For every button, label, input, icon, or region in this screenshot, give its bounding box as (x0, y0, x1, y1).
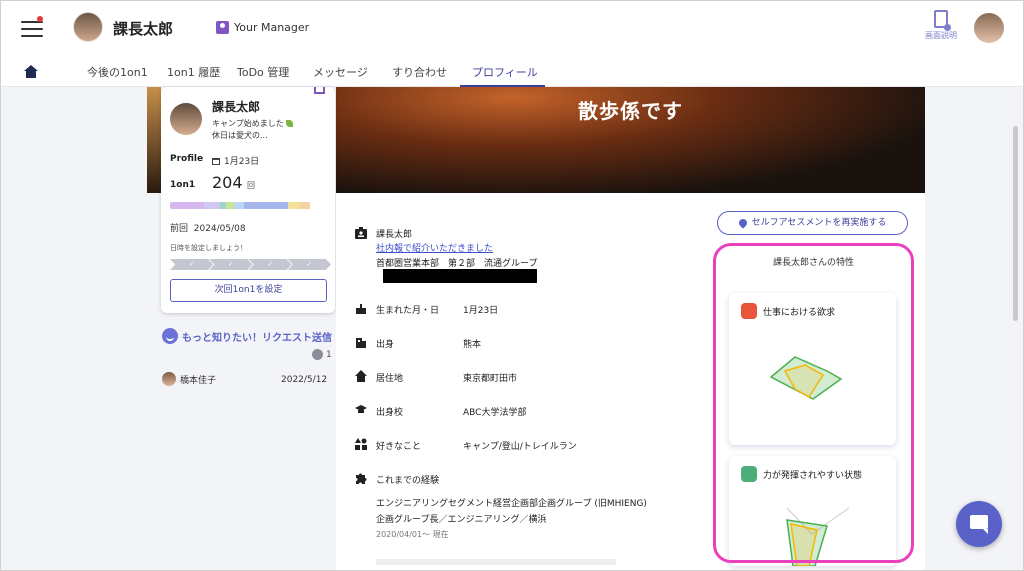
row-label: 生まれた月・日 (376, 306, 440, 316)
bar-segment (170, 202, 204, 209)
home-icon (355, 370, 367, 382)
status-line: 休日は愛犬の... (212, 131, 268, 140)
last-meeting: 前回 2024/05/08 (170, 224, 246, 234)
step-check-icon: ✓ (170, 259, 214, 270)
row-value: 東京都町田市 (463, 374, 518, 384)
row-value: 1月23日 (463, 306, 499, 316)
request-count: 1 (312, 349, 332, 360)
person-icon (216, 21, 229, 34)
account-avatar[interactable] (974, 13, 1004, 43)
requester: 橋本佳子 (162, 372, 216, 386)
tab-todo[interactable]: ToDo 管理 (237, 64, 289, 80)
bar-segment (226, 202, 234, 209)
tab-upcoming[interactable]: 今後の1on1 (87, 64, 148, 80)
chat-icon (970, 515, 988, 534)
id-badge-icon (355, 227, 367, 239)
progress-steps: ✓ ✓ ✓ ✓ (170, 259, 331, 270)
tab-profile[interactable]: プロフィール (472, 64, 538, 80)
intro-link[interactable]: 社内報で紹介いただきました (376, 241, 493, 254)
experience-line: 企画グループ長／エンジニアリング／横浜 (376, 515, 547, 525)
clipped-text (376, 559, 616, 565)
puzzle-icon (356, 473, 367, 484)
cake-icon (356, 304, 366, 314)
bar-segment (244, 202, 288, 209)
category-icon (355, 438, 367, 450)
row-label: 居住地 (376, 374, 404, 384)
bookmark-icon[interactable] (314, 87, 325, 94)
pin-icon (736, 216, 749, 229)
step-check-icon: ✓ (248, 259, 292, 270)
tab-history[interactable]: 1on1 履歴 (167, 64, 220, 80)
help-button[interactable]: 画面説明 (922, 10, 960, 41)
detail-name: 課長太郎 (376, 230, 413, 240)
oneonone-label: 1on1 (170, 180, 196, 190)
redacted-block (383, 269, 537, 283)
experience-label: これまでの経験 (376, 476, 440, 486)
bar-segment (234, 202, 244, 209)
row-value: キャンプ/登山/トレイルラン (463, 442, 577, 452)
request-label: もっと知りたい！リクエスト送信 (182, 332, 332, 344)
experience-line: エンジニアリングセグメント経営企画部企画グループ (旧MHIENG) (376, 499, 647, 509)
hamburger-menu-icon[interactable] (21, 21, 43, 37)
bar-segment (288, 202, 300, 209)
tab-bar: 今後の1on1 1on1 履歴 ToDo 管理 メッセージ すり合わせ プロフィ… (1, 57, 1023, 87)
scrollbar[interactable] (1013, 126, 1018, 321)
top-bar: 課長太郎 Your Manager 画面説明 (1, 1, 1023, 57)
row-label: 好きなこと (376, 442, 422, 452)
help-label: 画面説明 (925, 31, 957, 40)
smile-icon (162, 328, 178, 344)
banner-title: 散歩係です (578, 99, 683, 123)
profile-name: 課長太郎 (212, 100, 261, 114)
avatar (162, 372, 176, 386)
oneonone-count: 204 (212, 173, 243, 192)
birthday: 1月23日 (212, 154, 259, 167)
school-icon (355, 405, 367, 413)
bar-segment (300, 202, 310, 209)
bar-segment (204, 202, 220, 209)
avatar[interactable] (73, 12, 103, 42)
request-button[interactable]: もっと知りたい！リクエスト送信 (162, 328, 332, 344)
highlight-frame (713, 243, 914, 563)
self-assessment-button[interactable]: セルフアセスメントを再実施する (717, 211, 908, 235)
notification-dot (37, 16, 43, 22)
manager-badge: Your Manager (216, 21, 309, 34)
app-window: 課長太郎 Your Manager 画面説明 今後の1on1 1on1 履歴 T… (0, 0, 1024, 571)
request-date: 2022/5/12 (281, 375, 328, 385)
step-check-icon: ✓ (287, 259, 331, 270)
cake-icon (212, 158, 220, 165)
profile-card: 課長太郎 キャンプ始めました 休日は愛犬の... Profile 1月23日 1… (161, 87, 335, 313)
building-icon (356, 338, 366, 348)
plant-icon (285, 120, 293, 127)
manager-label: Your Manager (234, 21, 310, 34)
department: 首都圏営業本部 第２部 流通グループ (376, 259, 538, 269)
status-line: キャンプ始めました (212, 118, 293, 129)
experience-date: 2020/04/01～ 現在 (376, 530, 449, 539)
row-label: 出身校 (376, 408, 404, 418)
profile-banner: 散歩係です (336, 87, 925, 193)
home-icon[interactable] (24, 65, 38, 78)
tab-alignment[interactable]: すり合わせ (392, 64, 447, 80)
tab-messages[interactable]: メッセージ (313, 64, 368, 80)
schedule-next-button[interactable]: 次回1on1を設定 (170, 279, 327, 302)
avatar (170, 103, 202, 135)
smile-icon (312, 349, 323, 360)
oneonone-unit: 回 (247, 181, 255, 190)
banner-edge (147, 87, 161, 193)
oneonone-color-bar (170, 202, 327, 209)
book-info-icon (934, 10, 951, 31)
row-value: ABC大学法学部 (463, 408, 527, 418)
profile-label: Profile (170, 154, 204, 164)
page-title: 課長太郎 (113, 20, 174, 38)
chat-button[interactable] (956, 501, 1002, 547)
step-check-icon: ✓ (209, 259, 253, 270)
row-value: 熊本 (463, 340, 482, 350)
schedule-hint: 日時を設定しましょう！ (170, 244, 247, 252)
row-label: 出身 (376, 340, 395, 350)
